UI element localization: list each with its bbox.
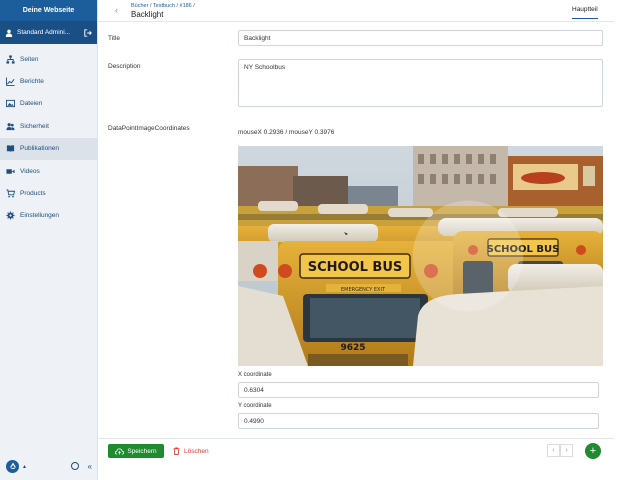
sidebar-item-label: Seiten	[20, 55, 39, 63]
image-icon	[6, 100, 15, 108]
site-title[interactable]: Deine Webseite	[0, 0, 97, 21]
sidebar-nav: Seiten Berichte Dateien Sicherheit Publi…	[0, 44, 97, 227]
x-coordinate-input[interactable]: 0.6304	[238, 382, 599, 398]
chart-line-icon	[6, 77, 15, 87]
page-title: Backlight	[131, 10, 164, 19]
sidebar-item-label: Berichte	[20, 78, 44, 86]
sidebar-item-einstellungen[interactable]: Einstellungen	[0, 205, 97, 227]
sidebar-item-label: Dateien	[20, 100, 43, 108]
breadcrumb[interactable]: Bücher / Testbuch / #186 /	[131, 3, 195, 9]
bus-emergency-text: EMERGENCY EXIT	[341, 287, 386, 293]
sidebar: Deine Webseite Standard Admini... Seiten…	[0, 0, 98, 480]
page-header: ‹ Bücher / Testbuch / #186 / Backlight H…	[98, 0, 614, 22]
book-icon	[6, 145, 15, 153]
title-label: Title	[108, 35, 121, 42]
school-bus-photo[interactable]: SCHOOL BUS EMERGENCY EXIT 9625 SCHOOL BU…	[238, 146, 603, 366]
coordinate-picker-image[interactable]: SCHOOL BUS EMERGENCY EXIT 9625 SCHOOL BU…	[238, 146, 603, 366]
sidebar-item-videos[interactable]: Videos	[0, 160, 97, 182]
gear-icon	[6, 211, 15, 220]
theme-toggle-icon[interactable]	[70, 462, 79, 470]
sitemap-icon	[6, 55, 15, 64]
title-input[interactable]: Backlight	[238, 30, 603, 46]
scrollbar[interactable]	[614, 0, 640, 480]
cloud-upload-icon	[115, 447, 125, 454]
sidebar-item-berichte[interactable]: Berichte	[0, 70, 97, 92]
y-coordinate-input[interactable]: 0.4990	[238, 413, 599, 429]
x-coordinate-label: X coordinate	[238, 372, 272, 378]
user-menu[interactable]: Standard Admini...	[0, 21, 97, 44]
sidebar-item-products[interactable]: Products	[0, 182, 97, 204]
sidebar-item-dateien[interactable]: Dateien	[0, 93, 97, 115]
app-logo-icon[interactable]	[6, 459, 19, 473]
previous-button[interactable]: ‹	[547, 444, 560, 457]
sidebar-item-label: Videos	[20, 167, 40, 175]
sidebar-item-sicherheit[interactable]: Sicherheit	[0, 115, 97, 137]
sidebar-item-label: Products	[20, 190, 46, 198]
sidebar-item-publikationen[interactable]: Publikationen	[0, 137, 97, 160]
bus-number: 9625	[340, 343, 365, 353]
trash-icon	[173, 447, 180, 455]
sidebar-item-label: Publikationen	[20, 145, 60, 153]
next-button[interactable]: ›	[560, 444, 573, 457]
mouse-coordinates-readout: mouseX 0.2936 / mouseY 0.3976	[238, 129, 335, 136]
user-name: Standard Admini...	[17, 29, 71, 36]
sidebar-item-label: Sicherheit	[20, 122, 49, 130]
y-coordinate-label: Y coordinate	[238, 403, 272, 409]
save-button[interactable]: Speichern	[108, 444, 164, 458]
save-label: Speichern	[127, 447, 157, 455]
logout-icon[interactable]	[84, 28, 92, 37]
video-icon	[6, 168, 15, 174]
delete-button[interactable]: Löschen	[173, 444, 209, 458]
user-icon	[5, 29, 13, 37]
record-pager: ‹ ›	[547, 444, 573, 457]
sidebar-item-label: Einstellungen	[20, 212, 60, 220]
description-label: Description	[108, 63, 141, 70]
users-icon	[6, 122, 15, 130]
sidebar-item-seiten[interactable]: Seiten	[0, 48, 97, 70]
coords-label: DataPointImageCoordinates	[108, 125, 190, 132]
sidebar-footer: ▴ «	[0, 452, 98, 480]
collapse-sidebar-button[interactable]: «	[88, 462, 92, 471]
add-button[interactable]: +	[585, 443, 601, 459]
tab-hauptteil[interactable]: Hauptteil	[572, 6, 598, 19]
back-arrow-icon[interactable]: ‹	[115, 5, 118, 15]
description-textarea[interactable]: NY Schoolbus	[238, 59, 603, 107]
action-bar: Speichern Löschen ‹ › +	[98, 438, 614, 464]
bus-sign-left: SCHOOL BUS	[308, 260, 403, 275]
cart-icon	[6, 189, 15, 198]
delete-label: Löschen	[184, 447, 209, 455]
chevron-up-icon[interactable]: ▴	[23, 463, 26, 470]
